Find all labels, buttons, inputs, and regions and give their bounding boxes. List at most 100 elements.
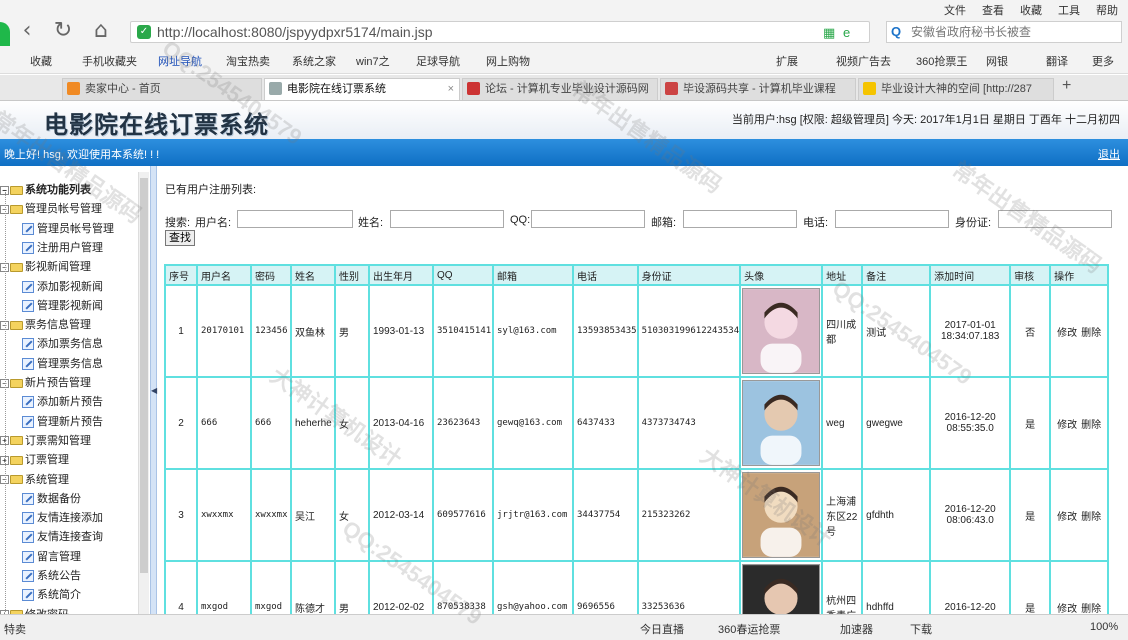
phone-input[interactable]	[835, 210, 949, 228]
close-tab-icon[interactable]: ×	[448, 79, 454, 99]
bookmark-item[interactable]: 更多	[1092, 53, 1114, 69]
bookmark-item[interactable]: 网址导航	[158, 53, 202, 69]
address-bar[interactable]: ✓ http://localhost:8080/jspyydpxr5174/ma…	[130, 21, 870, 43]
avatar[interactable]	[742, 564, 821, 614]
bookmark-item[interactable]: 足球导航	[416, 53, 460, 69]
tree-item[interactable]: 管理票务信息	[22, 355, 103, 374]
address-url[interactable]: http://localhost:8080/jspyydpxr5174/main…	[157, 24, 433, 40]
column-header[interactable]: QQ	[434, 266, 492, 284]
delete-link[interactable]: 删除	[1081, 328, 1101, 339]
tree-item[interactable]: 添加票务信息	[22, 335, 103, 354]
tab-cinema-system[interactable]: 电影院在线订票系统 ×	[264, 78, 460, 100]
tree-item[interactable]: 管理新片预告	[22, 413, 103, 432]
delete-link[interactable]: 删除	[1081, 512, 1101, 523]
ie-mode-icon[interactable]: e	[843, 25, 850, 40]
avatar[interactable]	[742, 288, 821, 374]
qq-input[interactable]	[531, 210, 645, 228]
column-header[interactable]: 电话	[574, 266, 637, 284]
sidebar-splitter[interactable]: ◀	[150, 166, 157, 614]
tab-forum[interactable]: 论坛 - 计算机专业毕业设计源码网	[462, 78, 658, 100]
edit-link[interactable]: 修改	[1057, 328, 1077, 339]
bookmark-item[interactable]: 系统之家	[292, 53, 336, 69]
new-tab-icon[interactable]: +	[1062, 77, 1071, 95]
tree-group[interactable]: + 订票管理	[0, 451, 69, 470]
menu-item[interactable]: 文件	[944, 2, 966, 18]
email-input[interactable]	[683, 210, 797, 228]
table-row[interactable]: 4 mxgod mxgod 陈德才男 2012-02-02 870538338 gsh@ya…	[166, 562, 1108, 615]
bookmark-item[interactable]: 视频广告去	[836, 53, 891, 69]
tree-item[interactable]: 友情连接查询	[22, 528, 103, 547]
tree-item[interactable]: 友情连接添加	[22, 509, 103, 528]
bookmark-item[interactable]: 360抢票王	[916, 53, 967, 69]
column-header[interactable]: 邮箱	[494, 266, 572, 284]
back-icon[interactable]: ‹	[14, 20, 40, 43]
tree-item[interactable]: 注册用户管理	[22, 239, 103, 258]
edit-link[interactable]: 修改	[1057, 420, 1077, 431]
browser-search-input[interactable]	[911, 24, 1111, 38]
avatar[interactable]	[742, 472, 821, 558]
search-button[interactable]: 查找	[165, 230, 195, 246]
column-header[interactable]: 用户名	[198, 266, 250, 284]
tab-master-space[interactable]: 毕业设计大神的空间 [http://287	[858, 78, 1054, 100]
tree-item[interactable]: 系统简介	[22, 586, 81, 605]
bookmark-item[interactable]: 网上购物	[486, 53, 530, 69]
column-header[interactable]: 头像	[741, 266, 822, 284]
tree-item[interactable]: 管理员帐号管理	[22, 220, 114, 239]
column-header[interactable]: 备注	[863, 266, 930, 284]
edit-link[interactable]: 修改	[1057, 512, 1077, 523]
delete-link[interactable]: 删除	[1081, 604, 1101, 615]
column-header[interactable]: 身份证	[638, 266, 740, 284]
home-icon[interactable]: ⌂	[88, 20, 114, 43]
tree-item[interactable]: 留言管理	[22, 548, 81, 567]
name-input[interactable]	[390, 210, 504, 228]
tree-item[interactable]: 管理影视新闻	[22, 297, 103, 316]
bookmark-item[interactable]: 翻译	[1046, 53, 1068, 69]
grid-icon[interactable]: ▦	[823, 25, 835, 41]
column-header[interactable]: 姓名	[292, 266, 334, 284]
tree-group[interactable]: − 系统管理	[0, 471, 69, 490]
edit-link[interactable]: 修改	[1057, 604, 1077, 615]
tab-source-share[interactable]: 毕设源码共享 - 计算机毕业课程	[660, 78, 856, 100]
bookmark-item[interactable]: 收藏	[30, 53, 52, 69]
tree-group[interactable]: − 影视新闻管理	[0, 258, 91, 277]
browser-search[interactable]: Q	[886, 21, 1122, 43]
menu-item[interactable]: 收藏	[1020, 2, 1042, 18]
tree-group[interactable]: − 新片预告管理	[0, 374, 91, 393]
bookmark-item[interactable]: win7之	[356, 53, 390, 69]
tree-item[interactable]: 添加影视新闻	[22, 278, 103, 297]
column-header[interactable]: 地址	[823, 266, 862, 284]
column-header[interactable]: 审核	[1011, 266, 1050, 284]
menu-item[interactable]: 帮助	[1096, 2, 1118, 18]
tree-item[interactable]: 数据备份	[22, 490, 81, 509]
bookmark-item[interactable]: 扩展	[776, 53, 798, 69]
sidebar-scrollbar[interactable]	[138, 172, 149, 614]
refresh-icon[interactable]: ↻	[50, 20, 76, 43]
column-header[interactable]: 出生年月	[370, 266, 432, 284]
bookmark-item[interactable]: 淘宝热卖	[226, 53, 270, 69]
menu-item[interactable]: 工具	[1058, 2, 1080, 18]
tab-seller-center[interactable]: 卖家中心 - 首页	[62, 78, 262, 100]
status-accelerator[interactable]: 加速器	[840, 621, 873, 637]
bookmark-item[interactable]: 手机收藏夹	[82, 53, 137, 69]
column-header[interactable]: 序号	[166, 266, 196, 284]
logout-link[interactable]: 退出	[1098, 146, 1120, 162]
tree-root[interactable]: − 系统功能列表	[0, 181, 91, 200]
status-live[interactable]: 今日直播	[640, 621, 684, 637]
table-row[interactable]: 1 20170101 123456 双鱼林男 1993-01-13 3510415141 s…	[166, 286, 1108, 376]
delete-link[interactable]: 删除	[1081, 420, 1101, 431]
tree-item[interactable]: 系统公告	[22, 567, 81, 586]
column-header[interactable]: 密码	[252, 266, 290, 284]
status-download[interactable]: 下载	[910, 621, 932, 637]
username-input[interactable]	[237, 210, 353, 228]
status-ticket[interactable]: 360春运抢票	[718, 621, 780, 637]
column-header[interactable]: 添加时间	[931, 266, 1010, 284]
tree-group[interactable]: + 订票需知管理	[0, 432, 91, 451]
bookmark-item[interactable]: 网银	[986, 53, 1008, 69]
scrollbar-thumb[interactable]	[140, 178, 148, 573]
tree-group[interactable]: − 票务信息管理	[0, 316, 91, 335]
tree-group[interactable]: − 管理员帐号管理	[0, 200, 102, 219]
status-zoom[interactable]: 100%	[1090, 621, 1118, 633]
menu-item[interactable]: 查看	[982, 2, 1004, 18]
tree-group[interactable]: +修改密码	[0, 606, 69, 614]
idcard-input[interactable]	[998, 210, 1112, 228]
